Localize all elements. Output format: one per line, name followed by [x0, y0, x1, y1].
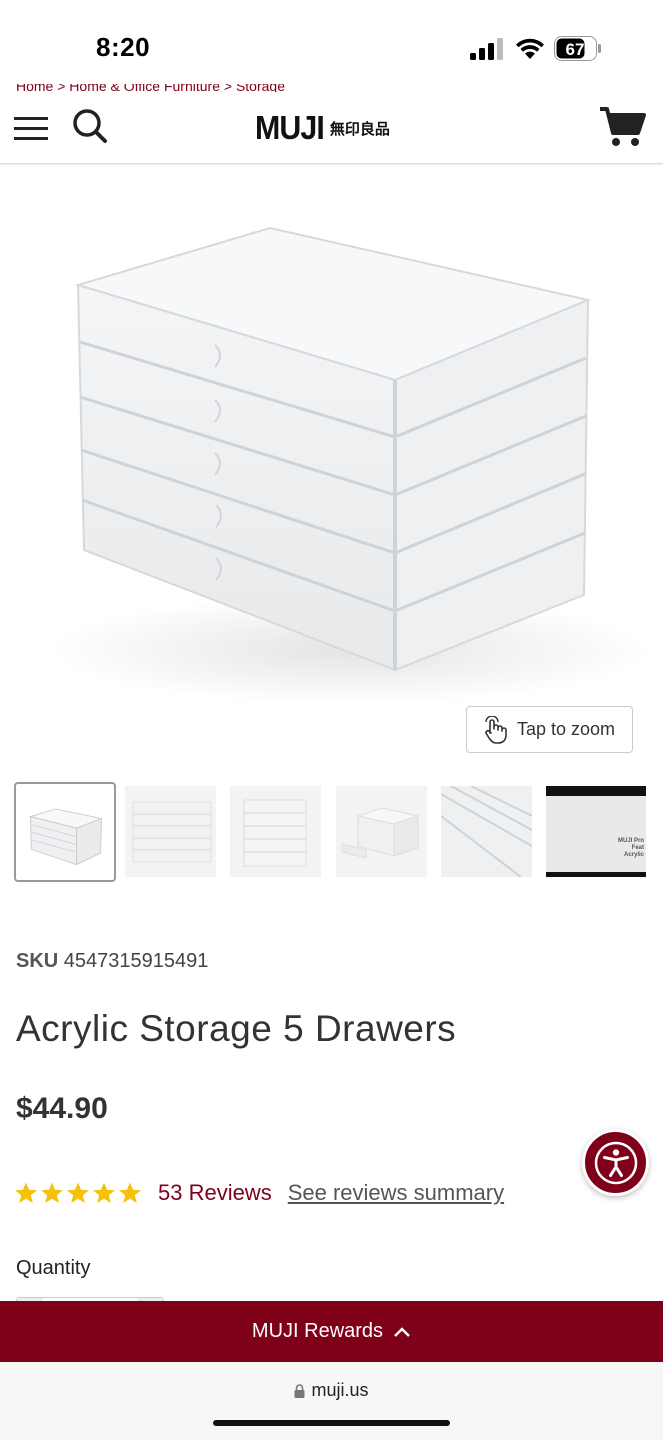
star-icon: [67, 1182, 89, 1203]
product-price: $44.90: [16, 1092, 108, 1125]
drawers-thumb-image: [28, 808, 104, 866]
thumbnail-5[interactable]: [441, 786, 532, 877]
thumbnail-1[interactable]: [14, 782, 116, 882]
thumbnail-strip[interactable]: MUJI Pro Feat Acrylic: [14, 782, 663, 884]
drawers-open-thumb-image: [341, 807, 420, 859]
drawers-front-thumb-image: [243, 799, 307, 867]
muji-rewards-bar[interactable]: MUJI Rewards: [0, 1301, 663, 1362]
reviews-count-link[interactable]: 53 Reviews: [158, 1180, 272, 1206]
battery-icon: 67: [554, 36, 601, 61]
status-bar: 8:20 67: [0, 0, 663, 92]
rating-row: 53 Reviews See reviews summary: [14, 1180, 504, 1206]
thumbnail-3[interactable]: [230, 786, 321, 877]
reviews-summary-link[interactable]: See reviews summary: [288, 1180, 504, 1206]
video-frame: [546, 796, 646, 872]
sku: SKU 4547315915491: [16, 950, 208, 973]
quantity-label: Quantity: [16, 1257, 91, 1279]
video-thumbnail[interactable]: MUJI Pro Feat Acrylic: [546, 786, 646, 877]
logo-text: MUJI: [255, 109, 325, 146]
search-icon: [73, 109, 107, 143]
rewards-label: MUJI Rewards: [251, 1320, 384, 1342]
url-bar[interactable]: muji.us: [0, 1380, 663, 1401]
drawers-side-thumb-image: [132, 801, 212, 863]
muji-logo[interactable]: MUJI 無印良品: [255, 108, 390, 148]
chevron-up-icon: [394, 1326, 410, 1337]
hand-tap-icon: [485, 715, 507, 744]
search-button[interactable]: [72, 108, 108, 146]
cart-button[interactable]: [600, 106, 646, 148]
url-text: muji.us: [311, 1380, 369, 1400]
acrylic-drawers-image: [50, 226, 650, 705]
star-icon: [15, 1182, 37, 1203]
wifi-icon: [516, 38, 544, 59]
zoom-label: Tap to zoom: [517, 719, 616, 739]
drawers-closeup-thumb-image: [441, 786, 532, 877]
home-indicator[interactable]: [213, 1420, 450, 1426]
thumbnail-4[interactable]: [336, 786, 427, 877]
site-header: MUJI 無印良品: [0, 92, 663, 164]
battery-level: 67: [566, 40, 585, 59]
star-icon: [41, 1182, 63, 1203]
product-main-image[interactable]: [0, 165, 663, 765]
logo-subtext: 無印良品: [329, 119, 390, 138]
menu-button[interactable]: [14, 114, 50, 144]
tap-to-zoom-button[interactable]: Tap to zoom: [466, 706, 633, 753]
star-icon: [119, 1182, 141, 1203]
star-rating[interactable]: [14, 1181, 142, 1205]
star-icon: [93, 1182, 115, 1203]
lock-icon: [294, 1383, 305, 1398]
product-title: Acrylic Storage 5 Drawers: [16, 1008, 457, 1049]
thumbnail-2[interactable]: [125, 786, 216, 877]
cart-icon: [600, 107, 646, 146]
accessibility-icon: [594, 1141, 637, 1184]
video-caption: MUJI Pro Feat Acrylic: [617, 838, 644, 858]
accessibility-button[interactable]: [582, 1129, 649, 1196]
sku-label: SKU: [16, 950, 59, 972]
menu-icon: [14, 117, 48, 140]
browser-bottom-bar: muji.us: [0, 1362, 663, 1440]
sku-value: 4547315915491: [63, 950, 209, 972]
status-time: 8:20: [96, 32, 151, 62]
signal-icon: [470, 38, 503, 60]
